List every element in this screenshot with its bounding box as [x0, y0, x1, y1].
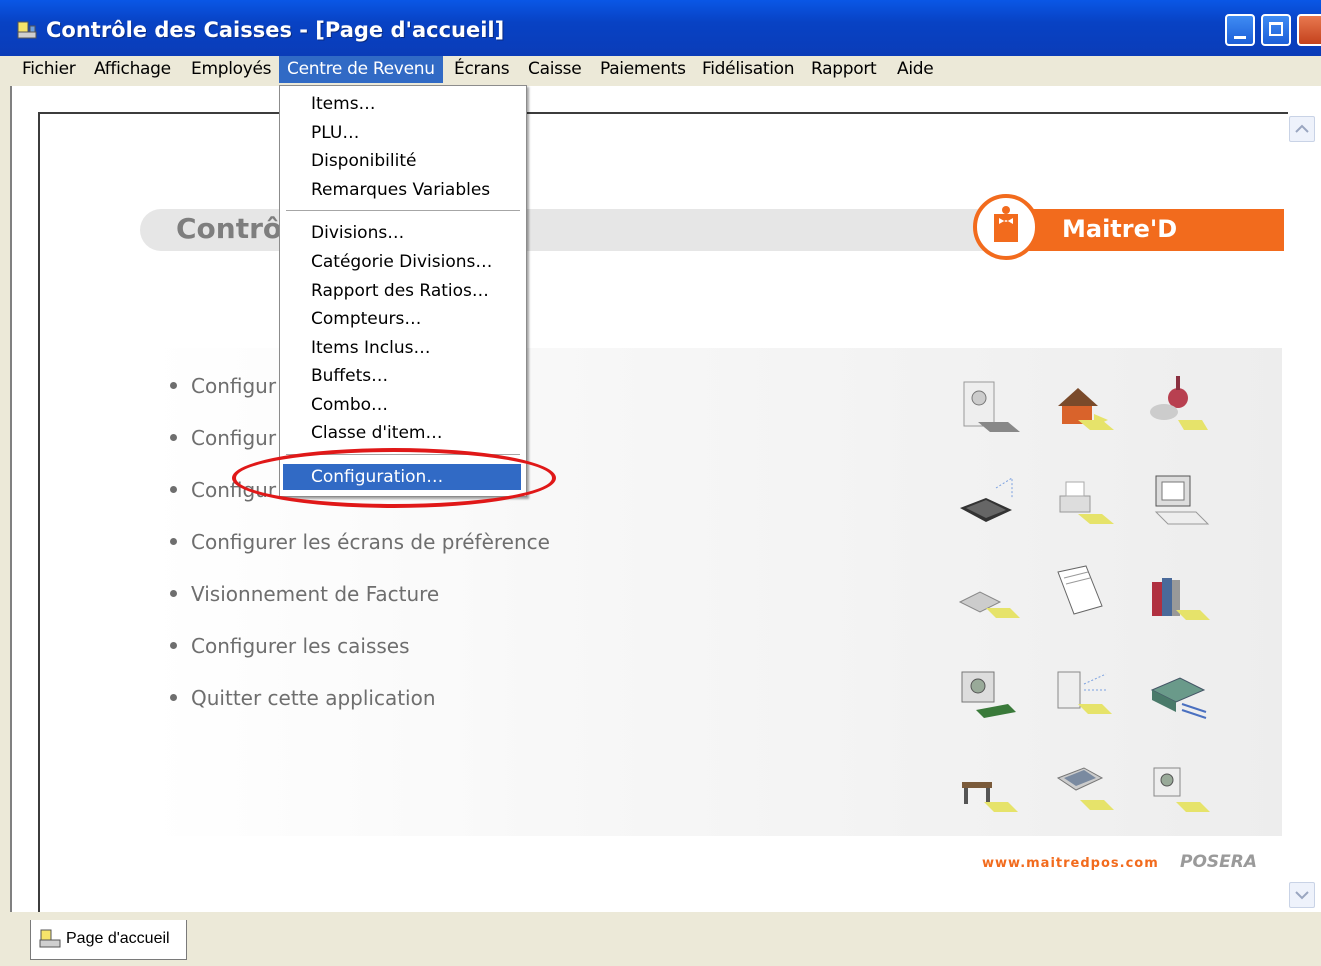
- calculator-icon[interactable]: [956, 468, 1020, 532]
- link-configurer-2[interactable]: Configur: [170, 426, 276, 450]
- menu-ecrans[interactable]: Écrans: [446, 56, 517, 83]
- kiosk-icon[interactable]: [1146, 760, 1210, 824]
- menu-paiements[interactable]: Paiements: [592, 56, 694, 83]
- restaurant-icon[interactable]: [1144, 372, 1208, 436]
- books-icon[interactable]: [1146, 566, 1210, 630]
- menu-employes[interactable]: Employés: [183, 56, 279, 83]
- window-border: [10, 86, 12, 966]
- link-configurer-1[interactable]: Configur: [170, 374, 276, 398]
- scanner-icon[interactable]: [956, 566, 1020, 630]
- minimize-button[interactable]: [1225, 14, 1255, 46]
- scroll-down-button[interactable]: [1289, 882, 1315, 908]
- title-bar: Contrôle des Caisses - [Page d'accueil]: [0, 0, 1321, 56]
- link-label: Configurer les caisses: [191, 634, 410, 658]
- bullet-icon: [170, 434, 177, 441]
- link-quitter[interactable]: Quitter cette application: [170, 686, 436, 710]
- tab-label: Page d'accueil: [66, 930, 170, 947]
- register-app-icon: [17, 21, 37, 39]
- footer-url[interactable]: www.maitredpos.com: [982, 856, 1159, 871]
- menu-caisse[interactable]: Caisse: [520, 56, 589, 83]
- link-label: Configurer les écrans de préfèrence: [191, 530, 550, 554]
- monitor-clock-icon[interactable]: [1146, 468, 1210, 532]
- printer-icon[interactable]: [1050, 470, 1114, 534]
- link-configurer-caisses[interactable]: Configurer les caisses: [170, 634, 410, 658]
- menu-aide[interactable]: Aide: [889, 56, 941, 83]
- menu-item-disponibilite[interactable]: Disponibilité: [283, 148, 521, 174]
- bullet-icon: [170, 538, 177, 545]
- server-network-icon[interactable]: [1050, 660, 1114, 724]
- link-ecrans-preference[interactable]: Configurer les écrans de préfèrence: [170, 530, 550, 554]
- menu-item-remarques-variables[interactable]: Remarques Variables: [283, 177, 521, 203]
- menu-item-plu[interactable]: PLU…: [283, 120, 521, 146]
- menu-affichage[interactable]: Affichage: [86, 56, 179, 83]
- table-icon[interactable]: [956, 760, 1020, 824]
- menu-item-items-inclus[interactable]: Items Inclus…: [283, 335, 521, 361]
- link-visionnement-facture[interactable]: Visionnement de Facture: [170, 582, 439, 606]
- menu-item-classe-item[interactable]: Classe d'item…: [283, 420, 521, 446]
- menu-item-items[interactable]: Items…: [283, 91, 521, 117]
- house-icon[interactable]: [1050, 376, 1114, 440]
- computer-icon[interactable]: [956, 664, 1020, 728]
- documents-icon[interactable]: [1050, 562, 1114, 626]
- chevron-up-icon: [1295, 124, 1309, 133]
- link-label: Visionnement de Facture: [191, 582, 440, 606]
- bullet-icon: [170, 382, 177, 389]
- footer-brand: POSERA: [1180, 852, 1258, 872]
- menu-rapport[interactable]: Rapport: [803, 56, 884, 83]
- menu-fichier[interactable]: Fichier: [14, 56, 83, 83]
- menu-bar: Fichier Affichage Employés Centre de Rev…: [0, 56, 1321, 84]
- scroll-up-button[interactable]: [1289, 116, 1315, 142]
- highlight-annotation: [232, 448, 556, 508]
- link-label: Configur: [191, 374, 277, 398]
- link-label: Configur: [191, 426, 277, 450]
- tab-strip: [0, 912, 1321, 966]
- network-device-icon[interactable]: [1146, 664, 1210, 728]
- register-app-icon: [39, 929, 61, 948]
- centre-de-revenu-menu: Items… PLU… Disponibilité Remarques Vari…: [279, 85, 527, 497]
- menu-item-rapport-ratios[interactable]: Rapport des Ratios…: [283, 278, 521, 304]
- bullet-icon: [170, 590, 177, 597]
- window-title: Contrôle des Caisses - [Page d'accueil]: [46, 18, 505, 42]
- chevron-down-icon: [1295, 891, 1309, 900]
- maximize-button[interactable]: [1261, 14, 1291, 46]
- bullet-icon: [170, 642, 177, 649]
- menu-item-divisions[interactable]: Divisions…: [283, 220, 521, 246]
- menu-item-categorie-divisions[interactable]: Catégorie Divisions…: [283, 249, 521, 275]
- menu-separator: [286, 210, 520, 212]
- bullet-icon: [170, 694, 177, 701]
- menu-item-buffets[interactable]: Buffets…: [283, 363, 521, 389]
- maitred-logo-icon: [973, 194, 1039, 260]
- menu-fidelisation[interactable]: Fidélisation: [694, 56, 802, 83]
- safe-icon[interactable]: [958, 376, 1022, 440]
- terminal-icon[interactable]: [1050, 756, 1114, 820]
- page-title: Contrô: [176, 212, 283, 245]
- logo-text: Maitre'D: [1062, 215, 1178, 243]
- menu-item-combo[interactable]: Combo…: [283, 392, 521, 418]
- bullet-icon: [170, 486, 177, 493]
- link-label: Quitter cette application: [191, 686, 436, 710]
- close-button[interactable]: [1297, 14, 1321, 46]
- menu-centre-de-revenu[interactable]: Centre de Revenu: [279, 56, 443, 83]
- menu-item-compteurs[interactable]: Compteurs…: [283, 306, 521, 332]
